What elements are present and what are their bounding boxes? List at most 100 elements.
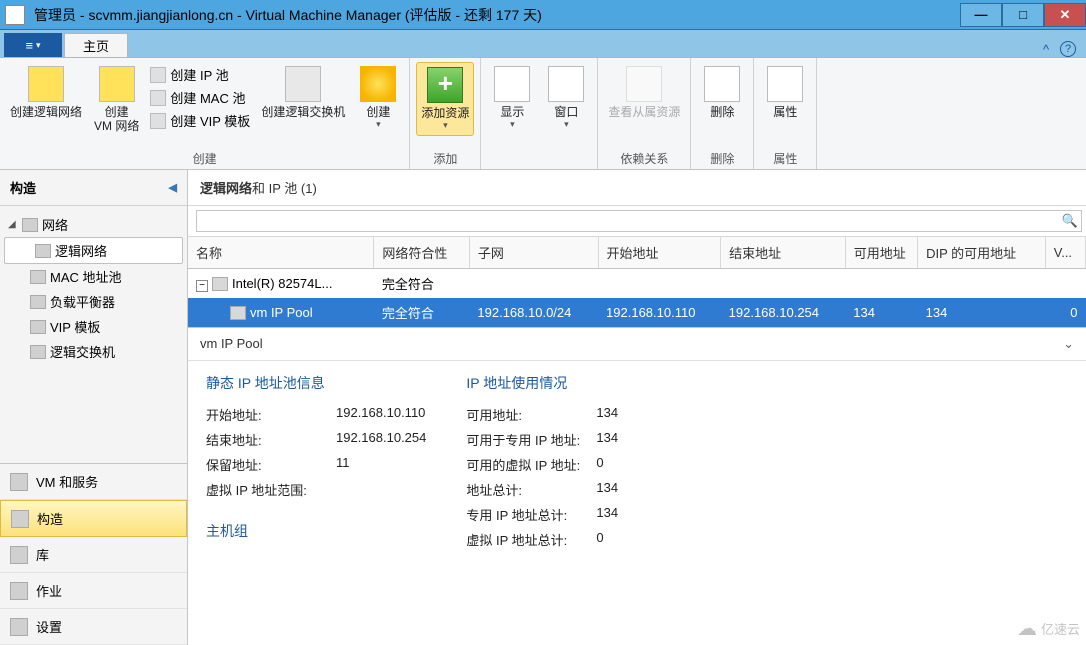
vm-network-icon [99, 66, 135, 102]
watermark: ☁亿速云 [1017, 616, 1080, 641]
group-label-properties: 属性 [760, 148, 810, 167]
tree-item-logical-network[interactable]: 逻辑网络 [4, 237, 183, 264]
nav-tree: ◢ 网络 逻辑网络 MAC 地址池 负载平衡器 VIP 模板 逻辑交换机 [0, 206, 187, 368]
network-root-icon [22, 218, 38, 232]
mac-pool-icon [30, 270, 46, 284]
create-vm-network-button[interactable]: 创建 VM 网络 [90, 62, 143, 137]
static-ip-info: 静态 IP 地址池信息 开始地址:192.168.10.110 结束地址:192… [206, 373, 426, 549]
ribbon: 创建逻辑网络 创建 VM 网络 创建 IP 池 创建 MAC 池 创建 VIP … [0, 58, 1086, 170]
collapse-arrow-icon[interactable]: ◢ [8, 219, 18, 230]
table-row-selected[interactable]: vm IP Pool 完全符合 192.168.10.0/24 192.168.… [188, 298, 1086, 327]
col-header[interactable]: DIP 的可用地址 [918, 237, 1046, 269]
nav-sections: VM 和服务 构造 库 作业 设置 [0, 463, 187, 645]
ribbon-tabstrip: ≡ 主页 ^ ? [0, 30, 1086, 58]
ribbon-group-dependency: 查看从属资源 依赖关系 [598, 58, 691, 169]
create-ip-pool-button[interactable]: 创建 IP 池 [147, 64, 253, 85]
ribbon-expand-icon[interactable]: ^ [1038, 41, 1054, 57]
group-label-delete: 删除 [697, 148, 747, 167]
nav-settings[interactable]: 设置 [0, 609, 187, 645]
table-group-row[interactable]: −Intel(R) 82574L... 完全符合 [188, 269, 1086, 299]
minimize-button[interactable] [960, 3, 1002, 27]
table-header-row: 名称网络符合性子网开始地址结束地址可用地址DIP 的可用地址V... [188, 237, 1086, 269]
show-icon [494, 66, 530, 102]
properties-button[interactable]: 属性 [760, 62, 810, 123]
maximize-button[interactable] [1002, 3, 1044, 27]
nic-icon [212, 277, 228, 291]
ribbon-group-delete: 删除 删除 [691, 58, 754, 169]
help-icon[interactable]: ? [1060, 41, 1076, 57]
window-title: 管理员 - scvmm.jiangjianlong.cn - Virtual M… [30, 5, 960, 25]
static-ip-heading: 静态 IP 地址池信息 [206, 373, 426, 393]
vip-template-icon [150, 113, 166, 129]
search-input[interactable] [196, 210, 1082, 232]
content-pane: 逻辑网络和 IP 池 (1) 🔍 名称网络符合性子网开始地址结束地址可用地址DI… [188, 170, 1086, 645]
title-bar: 管理员 - scvmm.jiangjianlong.cn - Virtual M… [0, 0, 1086, 30]
cloud-icon: ☁ [1017, 616, 1037, 641]
ip-usage-info: IP 地址使用情况 可用地址:134 可用于专用 IP 地址:134 可用的虚拟… [466, 373, 618, 549]
group-label-create: 创建 [6, 148, 403, 167]
tree-root-network[interactable]: ◢ 网络 [0, 212, 187, 237]
logical-network-icon [35, 244, 51, 258]
chevron-down-icon[interactable]: ⌄ [1063, 336, 1074, 352]
tree-item-load-balancer[interactable]: 负载平衡器 [0, 289, 187, 314]
logical-network-icon [28, 66, 64, 102]
mac-pool-icon [150, 90, 166, 106]
results-table: 名称网络符合性子网开始地址结束地址可用地址DIP 的可用地址V... −Inte… [188, 237, 1086, 327]
tree-item-logical-switch[interactable]: 逻辑交换机 [0, 339, 187, 364]
ribbon-group-show: 显示 窗口 [481, 58, 598, 169]
load-balancer-icon [30, 295, 46, 309]
create-vip-template-button[interactable]: 创建 VIP 模板 [147, 110, 253, 131]
search-icon[interactable]: 🔍 [1062, 210, 1078, 232]
col-header[interactable]: 子网 [469, 237, 598, 269]
dependency-icon [626, 66, 662, 102]
nav-jobs[interactable]: 作业 [0, 573, 187, 609]
window-controls [960, 3, 1086, 27]
create-logical-switch-button[interactable]: 创建逻辑交换机 [257, 62, 349, 123]
window-icon [548, 66, 584, 102]
col-header[interactable]: 可用地址 [845, 237, 917, 269]
delete-button[interactable]: 删除 [697, 62, 747, 123]
tree-item-mac-pool[interactable]: MAC 地址池 [0, 264, 187, 289]
ip-pool-icon [150, 67, 166, 83]
sidebar-header: 构造 ◀ [0, 170, 187, 206]
group-label-add: 添加 [416, 148, 474, 167]
detail-header[interactable]: vm IP Pool ⌄ [188, 327, 1086, 361]
nav-fabric[interactable]: 构造 [0, 500, 187, 537]
col-header[interactable]: 开始地址 [598, 237, 721, 269]
create-mac-pool-button[interactable]: 创建 MAC 池 [147, 87, 253, 108]
details-pane: 静态 IP 地址池信息 开始地址:192.168.10.110 结束地址:192… [188, 361, 1086, 561]
nav-library[interactable]: 库 [0, 537, 187, 573]
properties-icon [767, 66, 803, 102]
create-logical-network-button[interactable]: 创建逻辑网络 [6, 62, 86, 123]
close-button[interactable] [1044, 3, 1086, 27]
col-header[interactable]: 网络符合性 [374, 237, 469, 269]
library-icon [10, 546, 28, 564]
show-button[interactable]: 显示 [487, 62, 537, 134]
hosts-heading: 主机组 [206, 521, 426, 541]
ip-usage-heading: IP 地址使用情况 [466, 373, 618, 393]
collapse-icon[interactable]: ◀ [169, 181, 177, 194]
col-header[interactable]: 结束地址 [721, 237, 846, 269]
vm-services-icon [10, 473, 28, 491]
tree-item-vip-template[interactable]: VIP 模板 [0, 314, 187, 339]
star-icon [360, 66, 396, 102]
nav-vm-services[interactable]: VM 和服务 [0, 464, 187, 500]
ip-pool-row-icon [230, 306, 246, 320]
vip-template-icon [30, 320, 46, 334]
file-menu-button[interactable]: ≡ [4, 33, 62, 57]
results-table-wrap: 名称网络符合性子网开始地址结束地址可用地址DIP 的可用地址V... −Inte… [188, 237, 1086, 327]
add-resource-button[interactable]: 添加资源 [416, 62, 474, 136]
window-button[interactable]: 窗口 [541, 62, 591, 134]
app-icon [5, 5, 25, 25]
col-header[interactable]: V... [1045, 237, 1085, 269]
plus-icon [427, 67, 463, 103]
create-dropdown-button[interactable]: 创建 [353, 62, 403, 134]
ribbon-group-properties: 属性 属性 [754, 58, 817, 169]
content-header: 逻辑网络和 IP 池 (1) [188, 170, 1086, 206]
view-dependent-button: 查看从属资源 [604, 62, 684, 123]
sidebar: 构造 ◀ ◢ 网络 逻辑网络 MAC 地址池 负载平衡器 VIP 模板 逻辑交换… [0, 170, 188, 645]
expand-icon[interactable]: − [196, 280, 208, 292]
fabric-icon [11, 510, 29, 528]
col-header[interactable]: 名称 [188, 237, 374, 269]
tab-home[interactable]: 主页 [64, 33, 128, 57]
